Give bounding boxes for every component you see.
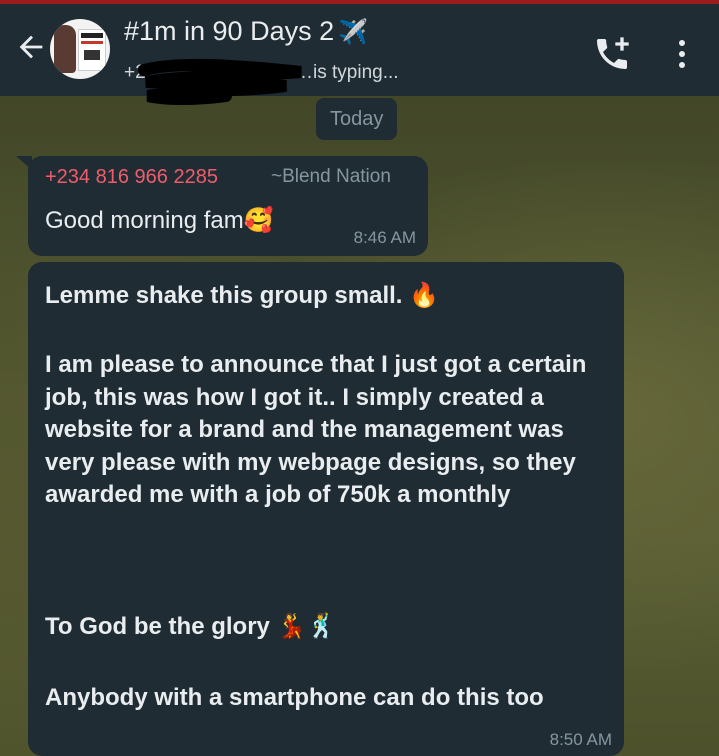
more-vert-icon[interactable] — [668, 34, 696, 74]
fire-emoji: 🔥 — [409, 282, 440, 309]
chat-title-text: #1m in 90 Days 2 — [124, 16, 335, 46]
chat-header: #1m in 90 Days 2 ✈️ +2 …is typing... — [0, 4, 719, 105]
chat-title[interactable]: #1m in 90 Days 2 ✈️ — [124, 16, 368, 47]
sender-phone[interactable]: +234 816 966 2285 — [45, 166, 218, 189]
paragraph-text: Lemme shake this group small. — [45, 282, 403, 309]
typing-indicator: …is typing... — [294, 62, 399, 83]
sender-push-name: ~Blend Nation — [271, 166, 391, 187]
message-text-content: Good morning fam — [45, 207, 244, 234]
message-paragraph: Lemme shake this group small. 🔥 — [45, 280, 605, 313]
add-call-icon[interactable] — [592, 34, 632, 74]
message-paragraph: To God be the glory 💃🕺 — [45, 611, 605, 644]
message-time: 8:46 AM — [353, 228, 416, 247]
smiling-hearts-emoji: 🥰 — [243, 207, 274, 234]
date-chip: Today — [316, 98, 398, 140]
back-arrow-icon[interactable] — [14, 30, 48, 64]
redaction-scribble — [138, 58, 302, 105]
message-text: Good morning fam🥰 — [45, 206, 274, 235]
paragraph-text: To God be the glory — [45, 613, 270, 640]
message-bubble[interactable]: Lemme shake this group small. 🔥 I am ple… — [28, 262, 624, 756]
group-avatar[interactable] — [50, 19, 110, 79]
dancing-emoji: 💃🕺 — [276, 613, 337, 640]
airplane-emoji: ✈️ — [338, 19, 368, 46]
message-paragraph: I am please to announce that I just got … — [45, 351, 587, 508]
message-paragraph: Anybody with a smartphone can do this to… — [45, 684, 544, 711]
message-time: 8:50 AM — [549, 730, 612, 749]
message-bubble[interactable]: +234 816 966 2285 ~Blend Nation Good mor… — [28, 156, 428, 256]
